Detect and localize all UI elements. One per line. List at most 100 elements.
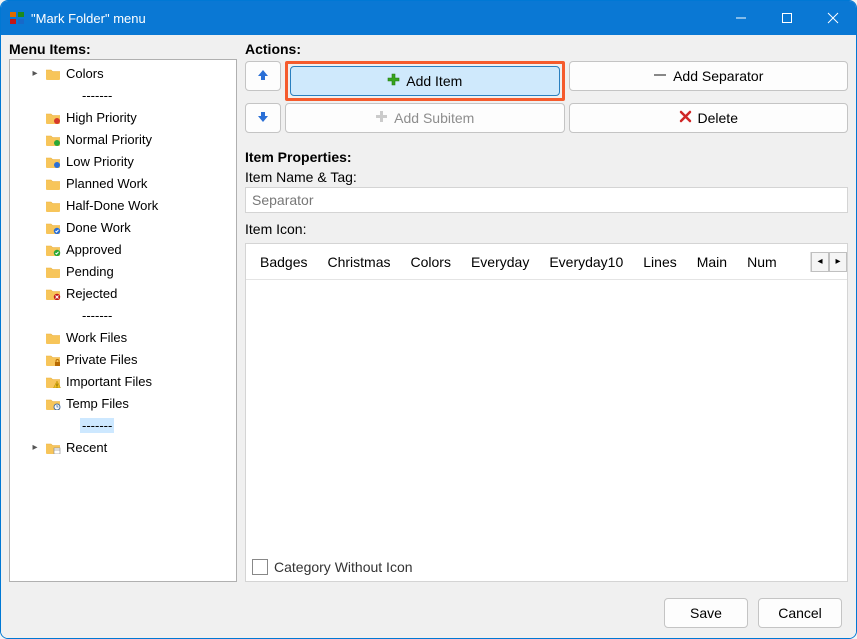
delete-button[interactable]: Delete	[569, 103, 849, 133]
item-name-input[interactable]	[245, 187, 848, 213]
tab-scroll-left[interactable]: ◂	[811, 252, 829, 272]
tree-item-label: Approved	[64, 242, 124, 257]
folder-icon	[44, 219, 62, 235]
expander-icon[interactable]: ▸	[28, 442, 42, 453]
no-icon-checkbox-row[interactable]: Category Without Icon	[246, 553, 847, 581]
tree-item[interactable]: -------	[10, 84, 236, 106]
actions-heading: Actions:	[245, 41, 848, 57]
tree-item-label: High Priority	[64, 110, 139, 125]
add-subitem-button[interactable]: Add Subitem	[285, 103, 565, 133]
icon-tab[interactable]: Everyday	[461, 244, 539, 280]
folder-icon	[44, 109, 62, 125]
item-icon-label: Item Icon:	[245, 221, 848, 237]
tree-item[interactable]: Pending	[10, 260, 236, 282]
tree-item[interactable]: ▸ Recent	[10, 436, 236, 458]
folder-icon	[44, 373, 62, 389]
menu-items-heading: Menu Items:	[9, 41, 237, 57]
tree-item[interactable]: -------	[10, 414, 236, 436]
arrow-up-icon	[256, 68, 270, 85]
tree-item[interactable]: Done Work	[10, 216, 236, 238]
minus-icon	[653, 68, 667, 85]
tree-item-label: Private Files	[64, 352, 140, 367]
tree-item-label: -------	[80, 308, 114, 323]
tree-item-label: Normal Priority	[64, 132, 154, 147]
folder-icon	[44, 351, 62, 367]
tree-item[interactable]: Planned Work	[10, 172, 236, 194]
save-label: Save	[690, 605, 722, 621]
window-title: "Mark Folder" menu	[31, 11, 712, 26]
tree-item[interactable]: Important Files	[10, 370, 236, 392]
tree-item[interactable]: Work Files	[10, 326, 236, 348]
tree-item[interactable]: ▸ Colors	[10, 62, 236, 84]
tree-item[interactable]: Half-Done Work	[10, 194, 236, 216]
close-button[interactable]	[810, 1, 856, 35]
save-button[interactable]: Save	[664, 598, 748, 628]
tree-item-label: Colors	[64, 66, 106, 81]
folder-icon	[44, 131, 62, 147]
tree-item-label: Half-Done Work	[64, 198, 160, 213]
tree-item[interactable]: -------	[10, 304, 236, 326]
folder-icon	[44, 329, 62, 345]
icon-list[interactable]	[246, 280, 847, 553]
menu-tree[interactable]: ▸ Colors ------- High Priority Normal Pri…	[9, 59, 237, 582]
icon-tab[interactable]: Colors	[401, 244, 461, 280]
move-up-button[interactable]	[245, 61, 281, 91]
blank-icon	[60, 417, 78, 433]
cancel-label: Cancel	[778, 605, 822, 621]
tree-item[interactable]: Approved	[10, 238, 236, 260]
minimize-button[interactable]	[718, 1, 764, 35]
icon-tab[interactable]: Main	[687, 244, 737, 280]
tree-item[interactable]: Rejected	[10, 282, 236, 304]
props-heading: Item Properties:	[245, 149, 848, 165]
tree-item[interactable]: Private Files	[10, 348, 236, 370]
icon-tab[interactable]: Christmas	[317, 244, 400, 280]
app-icon	[9, 10, 25, 26]
add-subitem-label: Add Subitem	[394, 110, 474, 126]
delete-icon	[679, 110, 692, 126]
icon-tab[interactable]: Lines	[633, 244, 686, 280]
tree-item-label: Recent	[64, 440, 109, 455]
folder-icon	[44, 439, 62, 455]
add-item-label: Add Item	[406, 73, 462, 89]
icon-tab[interactable]: Badges	[250, 244, 317, 280]
tree-item[interactable]: Low Priority	[10, 150, 236, 172]
tree-item-label: -------	[80, 418, 114, 433]
icon-area: BadgesChristmasColorsEverydayEveryday10L…	[245, 243, 848, 582]
add-separator-button[interactable]: Add Separator	[569, 61, 849, 91]
checkbox-icon[interactable]	[252, 559, 268, 575]
no-icon-label: Category Without Icon	[274, 559, 413, 575]
move-down-button[interactable]	[245, 103, 281, 133]
folder-icon	[44, 263, 62, 279]
plus-grey-icon	[375, 110, 388, 126]
item-name-label: Item Name & Tag:	[245, 169, 848, 185]
folder-icon	[44, 395, 62, 411]
tree-item[interactable]: Temp Files	[10, 392, 236, 414]
tree-item-label: Work Files	[64, 330, 129, 345]
tree-item-label: Temp Files	[64, 396, 131, 411]
tab-scrollers: ◂▸	[810, 252, 847, 272]
maximize-button[interactable]	[764, 1, 810, 35]
tab-scroll-right[interactable]: ▸	[829, 252, 847, 272]
tree-item-label: Pending	[64, 264, 116, 279]
blank-icon	[60, 307, 78, 323]
tree-item-label: Planned Work	[64, 176, 149, 191]
add-item-button[interactable]: Add Item	[290, 66, 560, 96]
folder-icon	[44, 175, 62, 191]
footer: Save Cancel	[1, 588, 856, 638]
tree-item[interactable]: Normal Priority	[10, 128, 236, 150]
icon-tab[interactable]: Num	[737, 244, 777, 280]
folder-icon	[44, 153, 62, 169]
plus-icon	[387, 73, 400, 89]
tree-item-label: Important Files	[64, 374, 154, 389]
tree-item-label: -------	[80, 88, 114, 103]
actions-group: Add Item Add Separator	[245, 59, 848, 135]
expander-icon[interactable]: ▸	[28, 68, 42, 79]
titlebar[interactable]: "Mark Folder" menu	[1, 1, 856, 35]
left-pane: Menu Items: ▸ Colors ------- High Priorit…	[1, 35, 241, 588]
tree-item[interactable]: High Priority	[10, 106, 236, 128]
cancel-button[interactable]: Cancel	[758, 598, 842, 628]
content-area: Menu Items: ▸ Colors ------- High Priorit…	[1, 35, 856, 588]
folder-icon	[44, 65, 62, 81]
icon-tab[interactable]: Everyday10	[539, 244, 633, 280]
item-properties: Item Properties: Item Name & Tag: Item I…	[245, 149, 848, 582]
